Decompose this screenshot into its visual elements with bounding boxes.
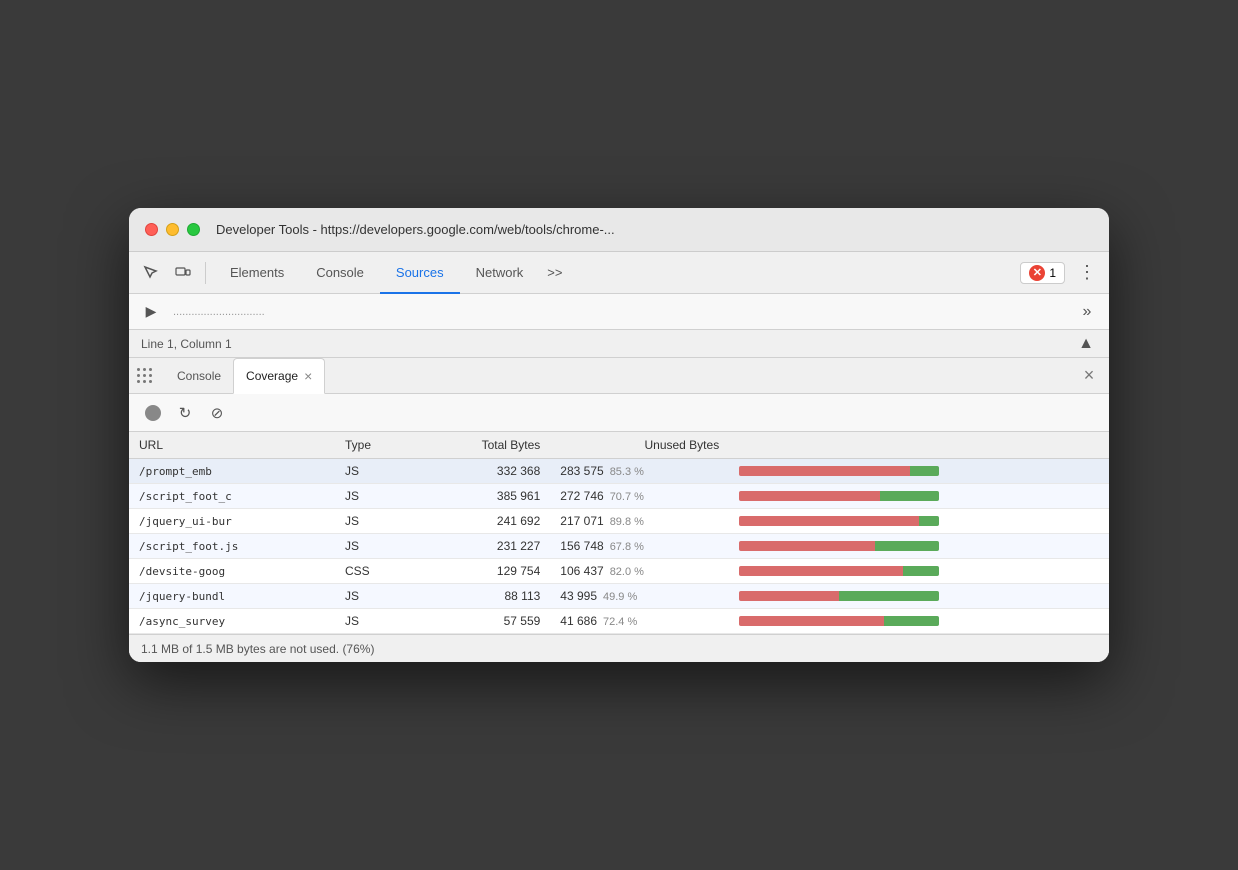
row-total-bytes: 332 368: [414, 459, 550, 484]
row-unused-bytes: 283 57585.3 %: [550, 459, 729, 484]
source-file-path: ..............................: [173, 306, 1065, 318]
coverage-tab-close-icon[interactable]: ×: [304, 368, 312, 384]
row-bar-cell: [729, 509, 1109, 534]
tab-console[interactable]: Console: [300, 252, 380, 294]
drawer-more-icon[interactable]: [137, 366, 157, 386]
row-bar-cell: [729, 459, 1109, 484]
tab-elements[interactable]: Elements: [214, 252, 300, 294]
drawer-close-icon[interactable]: ×: [1077, 364, 1101, 388]
col-type[interactable]: Type: [335, 432, 414, 459]
row-bar-cell: [729, 584, 1109, 609]
row-unused-bytes: 106 43782.0 %: [550, 559, 729, 584]
clear-button[interactable]: ⊘: [205, 401, 229, 425]
row-type: JS: [335, 484, 414, 509]
more-tabs-button[interactable]: >>: [539, 265, 570, 280]
coverage-table-container: URL Type Total Bytes Unused Bytes /promp…: [129, 432, 1109, 634]
reload-button[interactable]: ↻: [173, 401, 197, 425]
tab-bar: Elements Console Sources Network >>: [214, 252, 1016, 294]
col-bar: [729, 432, 1109, 459]
position-status: Line 1, Column 1: [141, 337, 232, 351]
tab-sources[interactable]: Sources: [380, 252, 460, 294]
row-url: /devsite-goog: [129, 559, 335, 584]
table-row[interactable]: /jquery-bundl JS 88 113 43 99549.9 %: [129, 584, 1109, 609]
drawer-tab-console[interactable]: Console: [165, 358, 233, 394]
row-total-bytes: 88 113: [414, 584, 550, 609]
table-row[interactable]: /script_foot_c JS 385 961 272 74670.7 %: [129, 484, 1109, 509]
maximize-button[interactable]: [187, 223, 200, 236]
row-total-bytes: 385 961: [414, 484, 550, 509]
more-source-options-icon[interactable]: »: [1073, 298, 1101, 326]
row-unused-bytes: 43 99549.9 %: [550, 584, 729, 609]
row-unused-bytes: 41 68672.4 %: [550, 609, 729, 634]
status-right: ▲: [1075, 333, 1097, 355]
drawer: Console Coverage × × ↻ ⊘ URL Type: [129, 358, 1109, 662]
more-options-icon[interactable]: ⋮: [1073, 259, 1101, 287]
table-row[interactable]: /jquery_ui-bur JS 241 692 217 07189.8 %: [129, 509, 1109, 534]
col-total-bytes[interactable]: Total Bytes: [414, 432, 550, 459]
row-type: CSS: [335, 559, 414, 584]
row-type: JS: [335, 609, 414, 634]
row-url: /jquery-bundl: [129, 584, 335, 609]
row-url: /async_survey: [129, 609, 335, 634]
coverage-table: URL Type Total Bytes Unused Bytes /promp…: [129, 432, 1109, 634]
row-unused-bytes: 156 74867.8 %: [550, 534, 729, 559]
col-url[interactable]: URL: [129, 432, 335, 459]
row-bar-cell: [729, 534, 1109, 559]
toolbar-divider: [205, 262, 206, 284]
footer-text: 1.1 MB of 1.5 MB bytes are not used. (76…: [141, 642, 374, 656]
row-type: JS: [335, 534, 414, 559]
close-button[interactable]: [145, 223, 158, 236]
row-type: JS: [335, 459, 414, 484]
table-row[interactable]: /async_survey JS 57 559 41 68672.4 %: [129, 609, 1109, 634]
format-icon[interactable]: ▲: [1075, 333, 1097, 355]
table-row[interactable]: /prompt_emb JS 332 368 283 57585.3 %: [129, 459, 1109, 484]
error-badge[interactable]: ✕ 1: [1020, 262, 1065, 284]
row-total-bytes: 57 559: [414, 609, 550, 634]
record-button[interactable]: [141, 401, 165, 425]
drawer-tab-coverage[interactable]: Coverage ×: [233, 358, 325, 394]
window-title: Developer Tools - https://developers.goo…: [216, 222, 615, 237]
row-total-bytes: 231 227: [414, 534, 550, 559]
row-bar-cell: [729, 484, 1109, 509]
table-row[interactable]: /devsite-goog CSS 129 754 106 43782.0 %: [129, 559, 1109, 584]
tab-network[interactable]: Network: [460, 252, 540, 294]
row-url: /jquery_ui-bur: [129, 509, 335, 534]
secondary-toolbar: ▶ .............................. »: [129, 294, 1109, 330]
traffic-lights: [145, 223, 200, 236]
row-total-bytes: 129 754: [414, 559, 550, 584]
main-toolbar: Elements Console Sources Network >> ✕ 1 …: [129, 252, 1109, 294]
toolbar-right: ✕ 1 ⋮: [1020, 259, 1101, 287]
coverage-toolbar: ↻ ⊘: [129, 394, 1109, 432]
device-mode-icon[interactable]: [169, 259, 197, 287]
coverage-footer: 1.1 MB of 1.5 MB bytes are not used. (76…: [129, 634, 1109, 662]
status-bar: Line 1, Column 1 ▲: [129, 330, 1109, 358]
row-url: /script_foot_c: [129, 484, 335, 509]
row-url: /script_foot.js: [129, 534, 335, 559]
show-navigator-icon[interactable]: ▶: [137, 298, 165, 326]
inspect-element-icon[interactable]: [137, 259, 165, 287]
row-total-bytes: 241 692: [414, 509, 550, 534]
table-header-row: URL Type Total Bytes Unused Bytes: [129, 432, 1109, 459]
minimize-button[interactable]: [166, 223, 179, 236]
row-type: JS: [335, 509, 414, 534]
error-icon: ✕: [1029, 265, 1045, 281]
error-count: 1: [1049, 266, 1056, 280]
row-bar-cell: [729, 609, 1109, 634]
table-row[interactable]: /script_foot.js JS 231 227 156 74867.8 %: [129, 534, 1109, 559]
titlebar: Developer Tools - https://developers.goo…: [129, 208, 1109, 252]
row-bar-cell: [729, 559, 1109, 584]
row-unused-bytes: 272 74670.7 %: [550, 484, 729, 509]
col-unused-bytes[interactable]: Unused Bytes: [550, 432, 729, 459]
row-unused-bytes: 217 07189.8 %: [550, 509, 729, 534]
row-type: JS: [335, 584, 414, 609]
devtools-window: Developer Tools - https://developers.goo…: [129, 208, 1109, 662]
row-url: /prompt_emb: [129, 459, 335, 484]
drawer-tabs: Console Coverage × ×: [129, 358, 1109, 394]
